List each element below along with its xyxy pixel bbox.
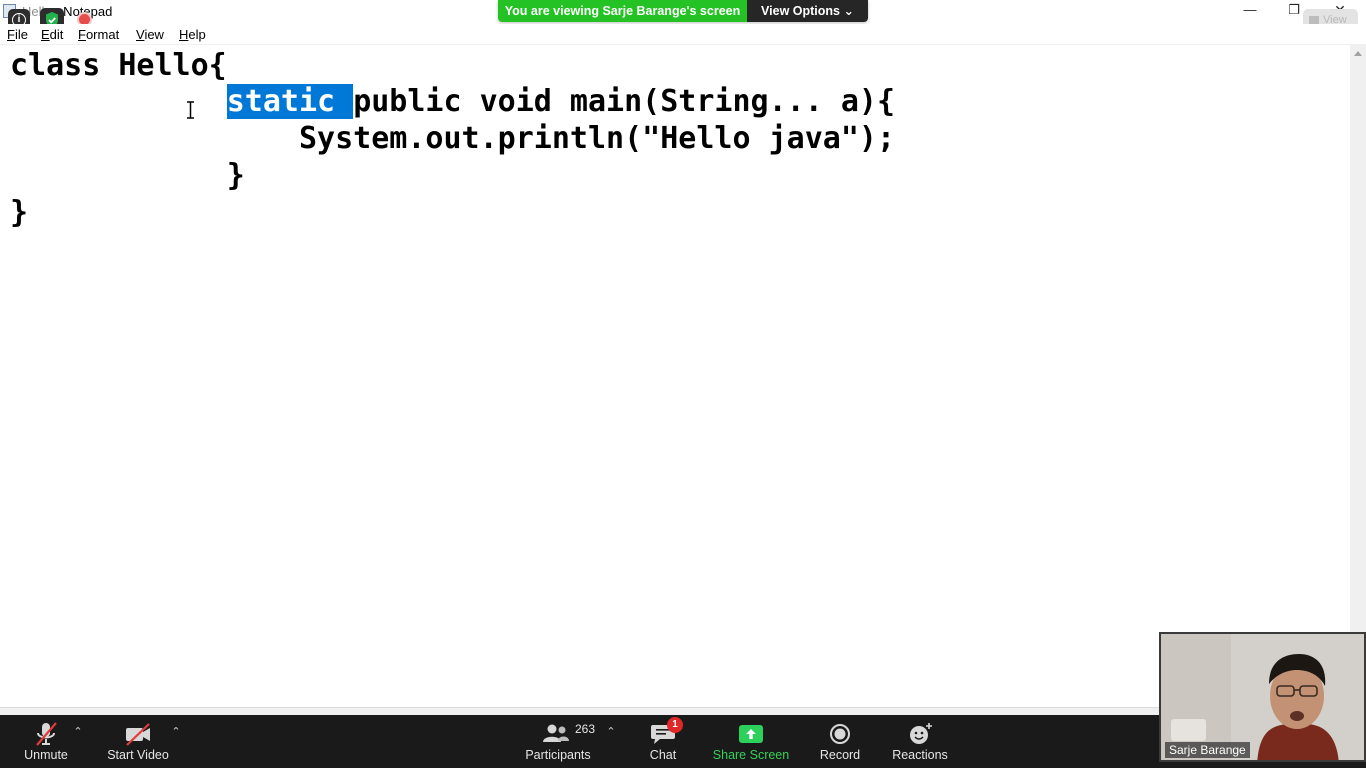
record-label: Record [819, 748, 861, 762]
menu-view-rest: iew [144, 27, 164, 42]
reactions-button[interactable]: Reactions [890, 715, 950, 768]
menu-bar: File Edit Format View Help [0, 24, 1366, 45]
video-options-caret-icon[interactable]: ⌃ [170, 725, 182, 738]
menu-edit-accesskey: E [41, 27, 50, 42]
text-cursor-icon [187, 101, 194, 119]
code-line-3: System.out.println("Hello java"); [10, 121, 896, 156]
screen: Hello - Notepad — ❐ ✕ i You are viewing … [0, 0, 1366, 768]
menu-view[interactable]: View [136, 27, 164, 42]
audio-options-caret-icon[interactable]: ⌃ [72, 725, 84, 738]
chat-label: Chat [649, 748, 677, 762]
code-line-1: class Hello{ [10, 48, 227, 83]
presenter-video-thumbnail[interactable]: Sarje Barange [1159, 632, 1366, 762]
record-icon [830, 724, 850, 744]
participants-label: Participants [525, 748, 591, 762]
share-screen-label: Share Screen [712, 748, 790, 762]
menu-help-accesskey: H [179, 27, 189, 42]
participants-caret-icon[interactable]: ⌃ [605, 725, 617, 738]
record-button[interactable]: Record [816, 715, 864, 768]
unmute-label: Unmute [24, 748, 68, 762]
code-line-2: static public void main(String... a){ [10, 83, 895, 120]
menu-edit[interactable]: Edit [41, 27, 63, 42]
code-line-4: } [10, 158, 245, 193]
reactions-label: Reactions [892, 748, 948, 762]
menu-file[interactable]: File [7, 27, 28, 42]
menu-edit-rest: dit [49, 27, 64, 42]
share-screen-button[interactable]: Share Screen [712, 715, 790, 768]
participants-icon [543, 724, 569, 742]
participant-count: 263 [575, 722, 596, 736]
smiley-reaction-icon [910, 723, 932, 744]
vertical-scrollbar[interactable] [1350, 45, 1366, 707]
start-video-button[interactable]: Start Video [104, 715, 172, 768]
text-editor[interactable]: class Hello{ static public void main(Str… [0, 45, 1350, 707]
selected-text: static [226, 84, 354, 119]
code-line-2-rest: public void main(String... a){ [353, 84, 896, 119]
share-screen-icon [739, 725, 763, 743]
menu-file-rest: ile [14, 27, 28, 42]
menu-format[interactable]: Format [78, 27, 119, 42]
minimize-button[interactable]: — [1228, 0, 1272, 22]
video-camera-off-icon [126, 723, 150, 746]
start-video-label: Start Video [107, 748, 169, 762]
menu-format-accesskey: F [78, 27, 86, 42]
viewing-banner: You are viewing Sarje Barange's screen V… [498, 0, 868, 22]
chat-unread-badge: 1 [667, 717, 683, 733]
view-options-button[interactable]: View Options ⌄ [747, 0, 868, 22]
microphone-muted-icon [36, 722, 57, 746]
menu-file-accesskey: F [7, 27, 15, 42]
unmute-button[interactable]: Unmute [14, 715, 78, 768]
menu-format-rest: ormat [85, 27, 120, 42]
scroll-up-arrow-icon[interactable] [1354, 51, 1362, 56]
presenter-name: Sarje Barange [1165, 742, 1250, 758]
viewing-banner-text: You are viewing Sarje Barange's screen [498, 0, 747, 22]
menu-help-rest: elp [188, 27, 206, 42]
code-line-5: } [10, 195, 29, 230]
menu-help[interactable]: Help [179, 27, 206, 42]
